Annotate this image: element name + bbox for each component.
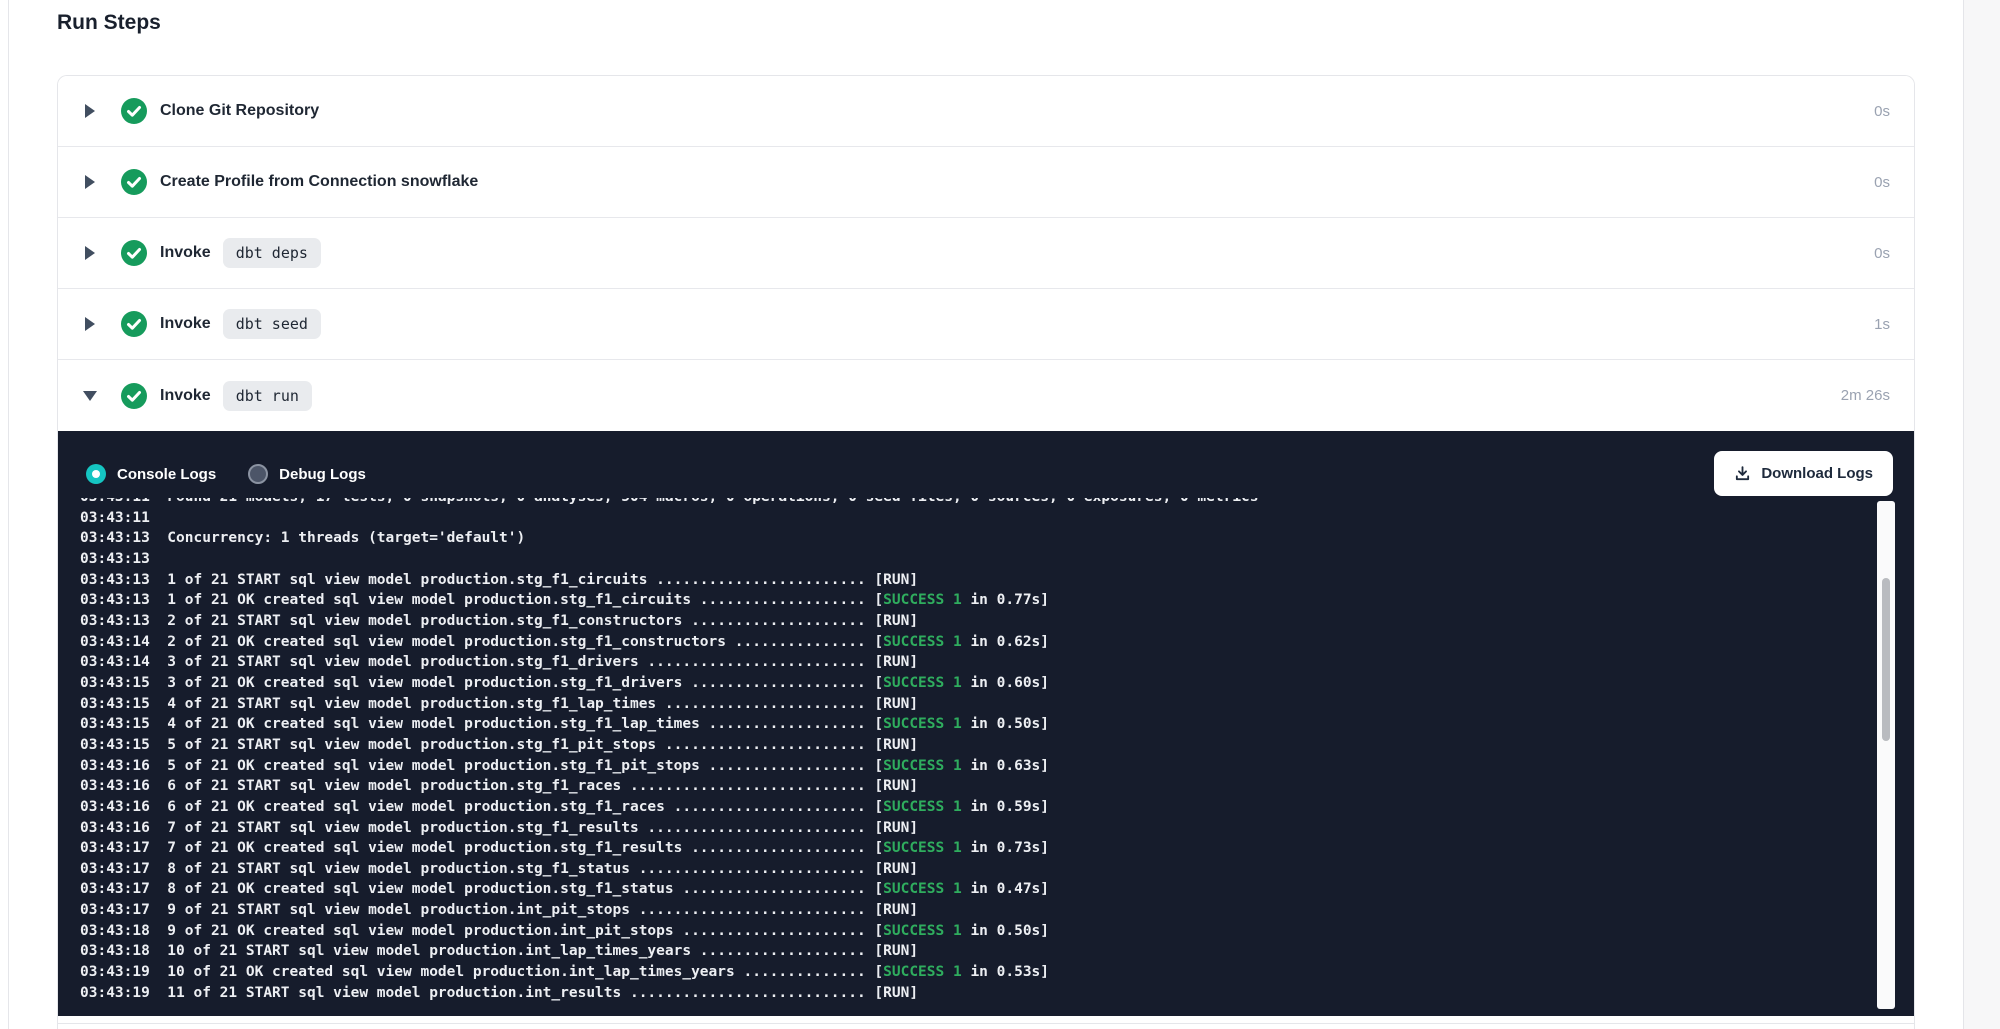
console-log-output[interactable]: 03:43:11 Found 21 models, 17 tests, 0 sn… xyxy=(80,498,1869,1003)
step-command-badge: dbt seed xyxy=(223,309,321,339)
step-row-invoke-dbt-run[interactable]: Invoke dbt run 2m 26s xyxy=(58,360,1914,431)
card-footer-strip xyxy=(58,1016,1914,1029)
log-line: 03:43:19 11 of 21 START sql view model p… xyxy=(80,983,1869,1003)
log-line: 03:43:17 7 of 21 OK created sql view mod… xyxy=(80,838,1869,859)
step-duration: 0s xyxy=(1874,174,1890,191)
page-title: Run Steps xyxy=(57,11,161,35)
log-scrollbar[interactable] xyxy=(1877,501,1895,1009)
step-title: Invoke xyxy=(160,315,211,333)
log-line: 03:43:15 4 of 21 OK created sql view mod… xyxy=(80,714,1869,735)
log-line: 03:43:13 2 of 21 START sql view model pr… xyxy=(80,611,1869,632)
log-line: 03:43:13 xyxy=(80,549,1869,570)
log-line: 03:43:15 3 of 21 OK created sql view mod… xyxy=(80,673,1869,694)
step-row-invoke-dbt-deps[interactable]: Invoke dbt deps 0s xyxy=(58,218,1914,289)
chevron-right-icon[interactable] xyxy=(83,246,97,260)
step-command-badge: dbt run xyxy=(223,381,312,411)
content-left-divider xyxy=(8,0,9,1029)
chevron-right-icon[interactable] xyxy=(83,104,97,118)
download-logs-button[interactable]: Download Logs xyxy=(1714,451,1893,496)
chevron-right-icon[interactable] xyxy=(83,175,97,189)
log-scrollbar-thumb[interactable] xyxy=(1882,578,1890,741)
radio-unselected-icon[interactable] xyxy=(248,464,268,484)
log-line: 03:43:15 4 of 21 START sql view model pr… xyxy=(80,694,1869,715)
log-line: 03:43:11 Found 21 models, 17 tests, 0 sn… xyxy=(80,498,1869,508)
run-steps-card: Clone Git Repository 0s Create Profile f… xyxy=(57,75,1915,1029)
step-title: Create Profile from Connection snowflake xyxy=(160,173,478,191)
log-line: 03:43:13 Concurrency: 1 threads (target=… xyxy=(80,528,1869,549)
step-duration: 1s xyxy=(1874,316,1890,333)
log-line: 03:43:16 6 of 21 START sql view model pr… xyxy=(80,776,1869,797)
radio-selected-icon[interactable] xyxy=(86,464,106,484)
download-logs-label: Download Logs xyxy=(1761,465,1873,482)
success-check-icon xyxy=(121,240,147,266)
radio-label: Console Logs xyxy=(117,466,216,483)
log-line: 03:43:13 1 of 21 START sql view model pr… xyxy=(80,570,1869,591)
success-check-icon xyxy=(121,98,147,124)
download-icon xyxy=(1734,465,1751,482)
log-line: 03:43:17 9 of 21 START sql view model pr… xyxy=(80,900,1869,921)
log-line: 03:43:16 7 of 21 START sql view model pr… xyxy=(80,818,1869,839)
console-panel: Console Logs Debug Logs Download Logs 03… xyxy=(58,431,1914,1016)
step-title: Invoke xyxy=(160,244,211,262)
step-row-invoke-dbt-seed[interactable]: Invoke dbt seed 1s xyxy=(58,289,1914,360)
log-line: 03:43:17 8 of 21 START sql view model pr… xyxy=(80,859,1869,880)
step-duration: 0s xyxy=(1874,245,1890,262)
log-line: 03:43:11 xyxy=(80,508,1869,529)
debug-logs-radio[interactable]: Debug Logs xyxy=(248,464,366,484)
log-line: 03:43:18 9 of 21 OK created sql view mod… xyxy=(80,921,1869,942)
log-line: 03:43:17 8 of 21 OK created sql view mod… xyxy=(80,879,1869,900)
log-line: 03:43:19 10 of 21 OK created sql view mo… xyxy=(80,962,1869,983)
step-title: Clone Git Repository xyxy=(160,102,319,120)
step-command-badge: dbt deps xyxy=(223,238,321,268)
log-line: 03:43:16 5 of 21 OK created sql view mod… xyxy=(80,756,1869,777)
log-line: 03:43:18 10 of 21 START sql view model p… xyxy=(80,941,1869,962)
log-line: 03:43:14 2 of 21 OK created sql view mod… xyxy=(80,632,1869,653)
success-check-icon xyxy=(121,169,147,195)
next-step-divider xyxy=(58,1023,1914,1024)
chevron-down-icon[interactable] xyxy=(83,391,97,401)
success-check-icon xyxy=(121,383,147,409)
right-rail xyxy=(1963,0,2000,1029)
log-line: 03:43:16 6 of 21 OK created sql view mod… xyxy=(80,797,1869,818)
log-line: 03:43:14 3 of 21 START sql view model pr… xyxy=(80,652,1869,673)
step-duration: 0s xyxy=(1874,103,1890,120)
log-line: 03:43:15 5 of 21 START sql view model pr… xyxy=(80,735,1869,756)
log-type-radio-group: Console Logs Debug Logs xyxy=(86,464,366,484)
step-row-clone-git-repository[interactable]: Clone Git Repository 0s xyxy=(58,76,1914,147)
console-logs-radio[interactable]: Console Logs xyxy=(86,464,216,484)
step-row-create-profile[interactable]: Create Profile from Connection snowflake… xyxy=(58,147,1914,218)
chevron-right-icon[interactable] xyxy=(83,317,97,331)
step-title: Invoke xyxy=(160,387,211,405)
step-duration: 2m 26s xyxy=(1841,387,1890,404)
radio-label: Debug Logs xyxy=(279,466,366,483)
success-check-icon xyxy=(121,311,147,337)
log-line: 03:43:13 1 of 21 OK created sql view mod… xyxy=(80,590,1869,611)
